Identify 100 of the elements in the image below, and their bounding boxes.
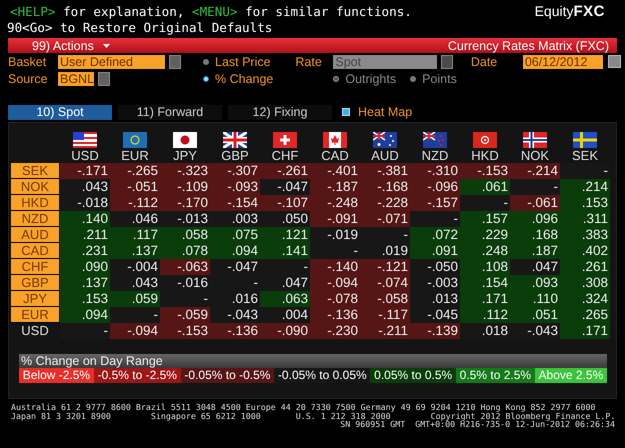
table-cell: -.140 xyxy=(310,259,360,275)
radio-option[interactable]: Points xyxy=(410,71,457,86)
table-cell: -.117 xyxy=(360,307,410,323)
legend-title: % Change on Day Range xyxy=(19,354,607,368)
table-cell: .154 xyxy=(460,275,510,291)
table-cell: .324 xyxy=(560,291,610,307)
tab[interactable]: 10) Spot xyxy=(8,104,112,120)
table-cell: -.051 xyxy=(110,179,160,195)
table-cell: .093 xyxy=(510,275,560,291)
table-cell: .121 xyxy=(260,227,310,243)
table-cell: -.112 xyxy=(110,195,160,211)
date-field[interactable]: 06/12/2012 xyxy=(522,54,603,68)
row-header[interactable]: CHF xyxy=(11,259,59,275)
row-header[interactable]: SEK xyxy=(11,163,59,179)
table-cell: .094 xyxy=(210,243,260,259)
legend-band: 0.5% to 2.5% xyxy=(456,368,535,383)
flag-icon xyxy=(523,132,547,148)
flag-icon xyxy=(573,132,597,148)
table-cell: .153 xyxy=(560,195,610,211)
table-cell: -.059 xyxy=(160,307,210,323)
legend-band: 0.05% to 0.5% xyxy=(370,368,456,383)
defaults-text: 90<Go> to Restore Original Defaults xyxy=(7,20,274,36)
field-label: Source xyxy=(8,72,49,86)
table-cell: .261 xyxy=(560,259,610,275)
table-cell: -.230 xyxy=(310,323,360,339)
table-cell: -.187 xyxy=(310,179,360,195)
row-header[interactable]: USD xyxy=(11,323,59,339)
table-cell: -.211 xyxy=(360,323,410,339)
table-cell: .051 xyxy=(510,307,560,323)
table-cell: -.265 xyxy=(110,163,160,179)
field-label: Date xyxy=(470,54,498,68)
table-cell: .061 xyxy=(460,179,510,195)
table-cell: -.058 xyxy=(360,291,410,307)
legend-band: -0.5% to -2.5% xyxy=(94,368,181,383)
table-cell: -.093 xyxy=(210,179,260,195)
column-header: HKD xyxy=(471,149,499,163)
brand-logo: EquityFXC xyxy=(534,3,606,20)
column-header: NOK xyxy=(520,149,550,163)
row-header[interactable]: CAD xyxy=(11,243,59,259)
table-cell: -.074 xyxy=(360,275,410,291)
radio-option[interactable]: Last Price xyxy=(203,54,274,69)
table-cell: .231 xyxy=(60,243,110,259)
table-cell: -.090 xyxy=(260,323,310,339)
row-header[interactable]: NZD xyxy=(11,211,59,227)
table-cell: -.323 xyxy=(160,163,210,179)
table-cell: -.121 xyxy=(360,259,410,275)
table-cell: .402 xyxy=(560,243,610,259)
tab[interactable]: 11) Forward xyxy=(118,104,222,120)
table-cell: .072 xyxy=(410,227,460,243)
row-header[interactable]: EUR xyxy=(11,307,59,323)
table-cell: .117 xyxy=(110,227,160,243)
table-cell: .211 xyxy=(60,227,110,243)
table-cell: .096 xyxy=(510,211,560,227)
table-cell: -.170 xyxy=(160,195,210,211)
table-cell: -.094 xyxy=(110,323,160,339)
basket-dropdown[interactable]: User Defined xyxy=(58,54,165,68)
row-header[interactable]: GBP xyxy=(11,275,59,291)
table-cell: -.063 xyxy=(160,259,210,275)
flag-icon xyxy=(173,132,197,148)
table-cell: .108 xyxy=(460,259,510,275)
table-cell: .059 xyxy=(110,291,160,307)
table-cell: -.261 xyxy=(260,163,310,179)
table-cell: .308 xyxy=(560,275,610,291)
row-header[interactable]: AUD xyxy=(11,227,59,243)
table-cell: -.107 xyxy=(260,195,310,211)
table-cell: -.310 xyxy=(410,163,460,179)
flag-icon xyxy=(123,132,147,148)
table-cell: -.094 xyxy=(310,275,360,291)
table-cell: -.136 xyxy=(310,307,360,323)
table-cell: .137 xyxy=(110,243,160,259)
table-cell: -.153 xyxy=(160,323,210,339)
table-cell: .078 xyxy=(160,243,210,259)
table-cell: -.401 xyxy=(310,163,360,179)
table-cell: .063 xyxy=(260,291,310,307)
table-cell: .171 xyxy=(560,323,610,339)
table-cell: .141 xyxy=(260,243,310,259)
table-cell: .075 xyxy=(210,227,260,243)
row-header[interactable]: HKD xyxy=(11,195,59,211)
column-header: GBP xyxy=(221,149,249,163)
row-header[interactable]: JPY xyxy=(11,291,59,307)
table-cell: -.139 xyxy=(410,323,460,339)
row-header[interactable]: NOK xyxy=(11,179,59,195)
footer-text: Australia 61 2 9777 8600 Brazil 5511 3048 4500 Europe 44 20 7330 7500 Germany 49 69 9204 1210 Hong Kong 852 2977 6000 xyxy=(11,403,596,412)
column-header: NZD xyxy=(422,149,448,163)
source-dropdown[interactable]: BGNL xyxy=(58,72,94,86)
table-cell: .383 xyxy=(560,227,610,243)
legend-band: -0.05% to -0.5% xyxy=(180,368,274,383)
table-cell: -.154 xyxy=(210,195,260,211)
radio-option[interactable]: % Change xyxy=(203,71,274,86)
table-cell: .171 xyxy=(460,291,510,307)
heat-map-checkbox[interactable]: Heat Map xyxy=(342,105,412,119)
column-header: CHF xyxy=(272,149,298,163)
table-cell: .168 xyxy=(510,227,560,243)
actions-menu[interactable]: 99) Actions xyxy=(8,38,110,52)
table-cell: -.248 xyxy=(310,195,360,211)
tab[interactable]: 12) Fixing xyxy=(228,104,332,120)
flag-icon xyxy=(423,132,447,148)
table-cell: .058 xyxy=(160,227,210,243)
table-cell: .157 xyxy=(460,211,510,227)
radio-option[interactable]: Outrights xyxy=(333,71,396,86)
